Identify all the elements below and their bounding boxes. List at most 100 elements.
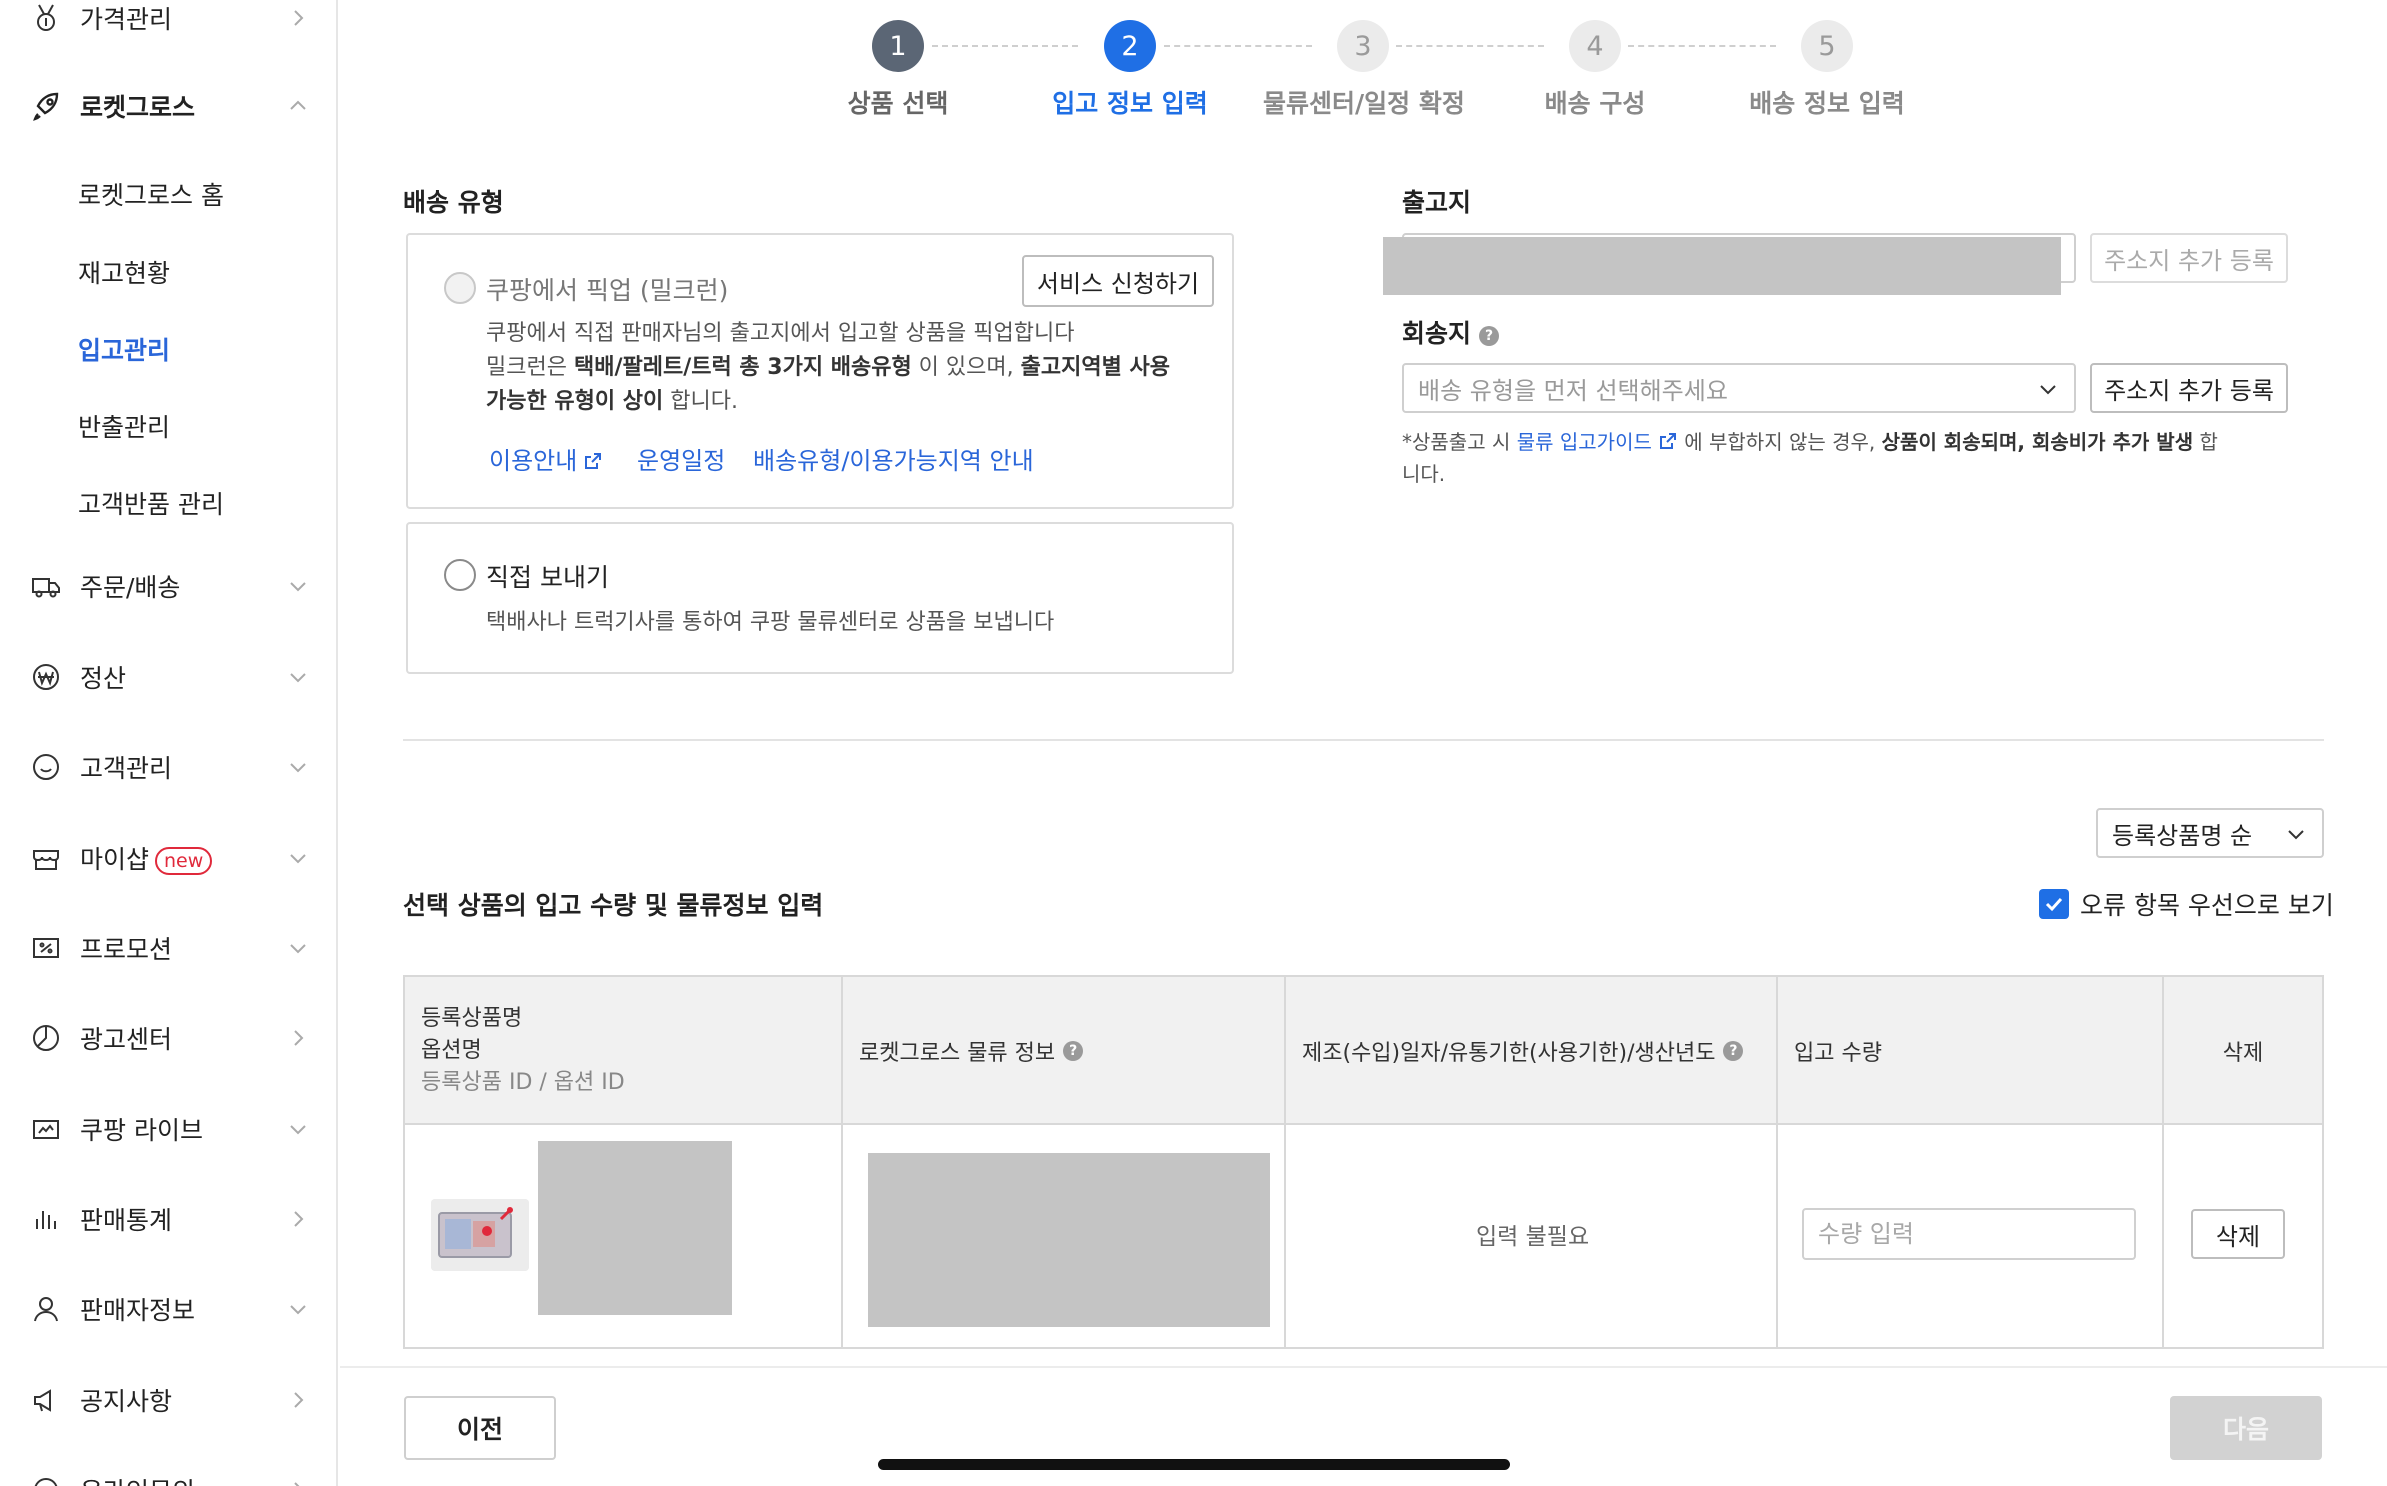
step-4: 4 배송 구성 — [1495, 20, 1695, 120]
sidebar-item-label: 가격관리 — [80, 5, 173, 34]
service-apply-button[interactable]: 서비스 신청하기 — [1022, 255, 1214, 307]
chevron-down-icon — [2288, 830, 2304, 840]
section-divider — [403, 739, 2324, 741]
header-logistics-text: 로켓그로스 물류 정보 — [859, 1041, 1056, 1066]
pickup-desc-line2: 밀크런은 택배/팔레트/트럭 총 3가지 배송유형 이 있으며, 출고지역별 사… — [486, 351, 1216, 385]
live-icon — [30, 1113, 62, 1145]
desc-text: 이 있으며, — [911, 355, 1021, 380]
help-icon[interactable]: ? — [1479, 326, 1500, 346]
return-address-select[interactable]: 배송 유형을 먼저 선택해주세요 — [1402, 363, 2076, 413]
sidebar-item-label-text: 마이샵 — [80, 845, 150, 874]
sidebar-item-label: 광고센터 — [80, 1025, 173, 1054]
sidebar-item-label: 판매통계 — [80, 1206, 173, 1235]
new-badge: new — [155, 847, 213, 875]
step-label: 배송 구성 — [1544, 89, 1646, 118]
step-label: 배송 정보 입력 — [1749, 89, 1905, 118]
return-address-title-text: 회송지 — [1402, 319, 1472, 348]
smile-icon — [30, 751, 62, 783]
sidebar-item-label: 프로모션 — [80, 935, 173, 964]
header-product-name-lines: 등록상품명 옵션명 등록상품 ID / 옵션 ID — [421, 1003, 625, 1099]
sidebar-item-sales-stats[interactable]: 판매통계 — [0, 1189, 336, 1249]
won-icon — [30, 661, 62, 693]
truck-icon — [30, 570, 62, 602]
sidebar-item-label: 판매자정보 — [80, 1296, 196, 1325]
direct-send-radio[interactable] — [444, 559, 476, 591]
origin-title: 출고지 — [1402, 188, 1472, 217]
product-section-title: 선택 상품의 입고 수량 및 물류정보 입력 — [403, 891, 824, 920]
return-notice: *상품출고 시 물류 입고가이드 에 부합하지 않는 경우, 상품이 회송되며,… — [1402, 426, 2222, 490]
next-button[interactable]: 다음 — [2170, 1396, 2322, 1460]
chevron-down-icon — [286, 574, 310, 598]
chevron-down-icon — [286, 665, 310, 689]
sidebar-item-coupang-live[interactable]: 쿠팡 라이브 — [0, 1099, 336, 1159]
delete-row-button[interactable]: 삭제 — [2191, 1209, 2285, 1259]
sidebar-item-customers[interactable]: 고객관리 — [0, 737, 336, 797]
notice-bold: 상품이 회송되며, 회송비가 추가 발생 — [1881, 430, 2194, 454]
quantity-input[interactable] — [1802, 1208, 2136, 1260]
sidebar-subitem-outbound[interactable]: 반출관리 — [78, 408, 170, 444]
header-line: 옵션명 — [421, 1038, 482, 1063]
sidebar-item-orders[interactable]: 주문/배송 — [0, 556, 336, 616]
sidebar-subitem-rocketgrowth-home[interactable]: 로켓그로스 홈 — [78, 176, 224, 212]
desc-text: 밀크런은 — [486, 355, 574, 380]
header-dates-text: 제조(수입)일자/유통기한(사용기한)/생산년도 — [1302, 1041, 1716, 1066]
pickup-title: 쿠팡에서 픽업 (밀크런) — [486, 276, 729, 305]
sidebar-item-promotion[interactable]: 프로모션 — [0, 918, 336, 978]
help-icon[interactable]: ? — [1723, 1041, 1744, 1061]
pie-icon — [30, 1022, 62, 1054]
sidebar-subitem-customer-return[interactable]: 고객반품 관리 — [78, 485, 224, 521]
table-header-row: 등록상품명 옵션명 등록상품 ID / 옵션 ID 로켓그로스 물류 정보? 제… — [405, 977, 2322, 1125]
sort-select[interactable]: 등록상품명 순 — [2096, 808, 2324, 858]
return-address-placeholder: 배송 유형을 먼저 선택해주세요 — [1418, 376, 1728, 405]
step-2: 2 입고 정보 입력 — [1030, 20, 1230, 120]
origin-add-address-button[interactable]: 주소지 추가 등록 — [2090, 233, 2288, 283]
sidebar-item-inquiry[interactable]: 온라인문의 — [0, 1460, 336, 1486]
redacted-logistics-info — [868, 1153, 1270, 1327]
pickup-description: 쿠팡에서 직접 판매자님의 출고지에서 입고할 상품을 픽업합니다 밀크런은 택… — [486, 317, 1216, 419]
chevron-down-icon — [2040, 385, 2056, 395]
user-icon — [30, 1293, 62, 1325]
chevron-right-icon — [286, 1026, 310, 1050]
sidebar-item-seller-info[interactable]: 판매자정보 — [0, 1279, 336, 1339]
pickup-desc-line3: 가능한 유형이 상이 합니다. — [486, 385, 1216, 419]
pickup-radio[interactable] — [444, 272, 476, 304]
cell-quantity — [1778, 1125, 2164, 1347]
cell-dates: 입력 불필요 — [1286, 1125, 1778, 1347]
inbound-guide-link[interactable]: 물류 입고가이드 — [1517, 430, 1652, 454]
sidebar-item-rocketgrowth[interactable]: 로켓그로스 — [0, 76, 336, 136]
desc-bold: 출고지역별 사용 — [1020, 355, 1170, 380]
chevron-down-icon — [286, 846, 310, 870]
redacted-product-name — [538, 1141, 732, 1315]
rocket-icon — [30, 90, 62, 122]
schedule-link[interactable]: 운영일정 — [637, 441, 725, 476]
return-address-title: 회송지? — [1402, 314, 1500, 350]
pickup-option-card[interactable]: 쿠팡에서 픽업 (밀크런) 서비스 신청하기 쿠팡에서 직접 판매자님의 출고지… — [406, 233, 1234, 509]
cell-delete: 삭제 — [2164, 1125, 2322, 1347]
product-thumbnail[interactable] — [431, 1199, 529, 1271]
help-icon[interactable]: ? — [1063, 1041, 1084, 1061]
sidebar-item-label: 주문/배송 — [80, 573, 181, 602]
sidebar-item-myshop[interactable]: 마이샵 new — [0, 828, 336, 888]
product-image — [431, 1199, 529, 1271]
header-quantity: 입고 수량 — [1778, 977, 2164, 1125]
coupon-icon — [30, 932, 62, 964]
sidebar-subitem-inbound[interactable]: 입고관리 — [78, 331, 170, 367]
error-first-checkbox[interactable] — [2039, 889, 2069, 919]
direct-send-option-card[interactable]: 직접 보내기 택배사나 트럭기사를 통하여 쿠팡 물류센터로 상품을 보냅니다 — [406, 522, 1234, 674]
sidebar-item-price[interactable]: 가격관리 — [0, 0, 336, 48]
sidebar-item-settlement[interactable]: 정산 — [0, 647, 336, 707]
desc-text: 합니다. — [663, 389, 738, 414]
sidebar-item-label: 고객관리 — [80, 754, 173, 783]
delivery-type-title: 배송 유형 — [403, 188, 504, 217]
prev-button[interactable]: 이전 — [404, 1396, 556, 1460]
return-add-address-button[interactable]: 주소지 추가 등록 — [2090, 363, 2288, 413]
sidebar-subitem-inventory[interactable]: 재고현황 — [78, 254, 170, 290]
direct-send-description: 택배사나 트럭기사를 통하여 쿠팡 물류센터로 상품을 보냅니다 — [486, 610, 1055, 635]
region-guide-link[interactable]: 배송유형/이용가능지역 안내 — [753, 441, 1034, 476]
sidebar-item-ad-center[interactable]: 광고센터 — [0, 1008, 336, 1068]
chevron-down-icon — [286, 1117, 310, 1141]
chevron-down-icon — [286, 755, 310, 779]
usage-guide-link[interactable]: 이용안내 — [489, 441, 603, 476]
sidebar-item-notice[interactable]: 공지사항 — [0, 1370, 336, 1430]
step-number: 4 — [1569, 20, 1621, 72]
